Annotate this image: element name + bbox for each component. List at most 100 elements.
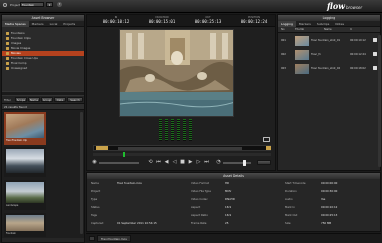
detail-label: Start Timecode — [285, 181, 306, 185]
col-in[interactable]: In — [350, 28, 352, 31]
detail-value: 16:9 — [225, 213, 232, 217]
tree-item-label: Movies — [11, 51, 21, 55]
tc-position-value: 00:00:12:24 — [240, 19, 268, 24]
detail-row: Captured 01 September 2011 10:54:15 — [91, 221, 187, 229]
col-name[interactable]: Name — [324, 28, 332, 31]
results-scrollbar[interactable] — [80, 112, 83, 234]
scrub-bar[interactable] — [93, 152, 271, 157]
bottom-tab-icon[interactable] — [89, 236, 95, 241]
folder-icon — [6, 37, 9, 40]
logging-scrollbar[interactable] — [378, 35, 381, 167]
step-forward-icon[interactable]: ▷ — [195, 159, 202, 165]
audio-meter — [183, 119, 186, 141]
out-marker[interactable] — [266, 146, 271, 150]
col-no[interactable]: No — [281, 28, 285, 31]
tab-projects[interactable]: Projects — [60, 21, 78, 27]
prev-icon[interactable]: ⏮ — [155, 159, 162, 165]
scope-button[interactable]: Scope — [15, 97, 27, 102]
detail-row: Project — [91, 189, 187, 197]
table-row[interactable]: 003 Trevi fountain_shot_02 00:00:18:02 — [278, 63, 380, 76]
tc-out: OUT 00:00:25:13 — [193, 16, 223, 24]
loop-icon[interactable]: ⟲ — [147, 159, 154, 165]
folder-icon — [6, 52, 9, 55]
row-no: 003 — [281, 67, 286, 70]
filter-label: Filter — [4, 98, 11, 102]
play-icon[interactable]: ▶ — [187, 159, 194, 165]
detail-row: Status — [91, 205, 187, 213]
timeline-track[interactable] — [93, 145, 271, 151]
volume-knob[interactable] — [243, 160, 246, 166]
details-col-1: Name Trevi fountain.mov Project Type Stat… — [91, 181, 187, 229]
stop-icon[interactable]: ■ — [179, 159, 186, 165]
name-button[interactable]: Name — [28, 97, 40, 102]
tree-item-label: Final Comp — [11, 61, 27, 65]
eye-icon[interactable]: ◉ — [91, 159, 98, 165]
filter-bar: Filter Scope Name Group Date Search — [2, 96, 84, 103]
audio-meter — [189, 119, 192, 141]
row-in: 00:00:10:12 — [350, 39, 366, 42]
detail-label: Size — [285, 221, 291, 225]
audio-meter — [171, 119, 174, 141]
result-thumbnail-selected[interactable]: Trevi Fountain clip — [4, 112, 46, 145]
fountain-thumbnail-2 — [6, 215, 44, 231]
audio-meter — [177, 119, 180, 141]
brand-name: flow — [327, 1, 346, 11]
detail-label: Duration — [285, 189, 297, 193]
monitor-icon[interactable] — [263, 137, 270, 142]
top-bar: Project Fountain ▾ ? flow browser — [0, 0, 382, 13]
next-icon[interactable]: ⏭ — [203, 159, 210, 165]
tree-item-label: Movie Images — [11, 46, 31, 50]
detail-value: 00:00:25:13 — [321, 213, 338, 217]
date-button[interactable]: Date — [54, 97, 66, 102]
details-col-3: Start Timecode 00:00:00:00 Duration 00:00:… — [285, 181, 377, 229]
step-back-icon[interactable]: ◁ — [171, 159, 178, 165]
tc-duration: DURATION 00:00:15:01 — [147, 16, 177, 24]
result-thumbnail[interactable] — [4, 147, 46, 177]
video-frame[interactable] — [119, 29, 234, 117]
tree-item-label: Fountains — [11, 31, 25, 35]
tree-item-unassigned[interactable]: Unassigned — [2, 66, 84, 71]
tab-local[interactable]: Local — [47, 21, 61, 27]
result-thumbnail[interactable]: Fountain — [4, 213, 46, 237]
group-button[interactable]: Group — [41, 97, 53, 102]
dropdown-chevron-icon[interactable]: ▾ — [46, 2, 53, 7]
detail-row: Video File Type MOV — [191, 189, 279, 197]
detail-label: Captured — [91, 221, 104, 225]
tc-in-value: 00:00:10:12 — [102, 19, 130, 24]
detail-row: Start Timecode 00:00:00:00 — [285, 181, 377, 189]
detail-value: Trevi fountain.mov — [117, 181, 142, 185]
results-list: Trevi Fountain clip Landscape Fountain — [2, 110, 84, 238]
search-button[interactable]: Search — [67, 97, 83, 102]
detail-value: DNxHD — [225, 197, 235, 201]
tree-item-label: Unassigned — [11, 66, 28, 70]
result-thumbnail[interactable]: Landscape — [4, 180, 46, 210]
detail-row: Type — [91, 197, 187, 205]
detail-label: Status — [91, 205, 100, 209]
volume-icon[interactable]: ◔ — [215, 159, 222, 165]
jog-slider[interactable] — [99, 162, 139, 164]
tab-markers[interactable]: Markers — [29, 21, 47, 27]
detail-value: 00:00:00:00 — [321, 181, 338, 185]
detail-row: Mark Out 00:00:25:13 — [285, 213, 377, 221]
tab-media-spaces[interactable]: Media Spaces — [2, 21, 29, 27]
project-select[interactable]: Fountain — [20, 2, 44, 7]
bottom-tab-active[interactable]: Trevi fountain.mov — [97, 235, 132, 242]
row-name: Trevi fountain_shot_01 — [311, 39, 341, 42]
detail-label: Project — [91, 189, 101, 193]
gear-icon[interactable] — [3, 3, 7, 7]
rewind-icon[interactable]: ◀ — [163, 159, 170, 165]
volume-slider[interactable] — [223, 162, 251, 164]
table-row[interactable]: 002 Trevi_fx 00:00:12:24 — [278, 49, 380, 62]
playhead-handle[interactable] — [123, 152, 125, 157]
project-label: Project — [10, 3, 21, 7]
settings-button[interactable] — [257, 160, 271, 165]
detail-value: HD — [225, 181, 230, 185]
playback-controls: ◉ ⟲ ⏮ ◀ ◁ ■ ▶ ▷ ⏭ ◔ — [91, 158, 273, 168]
results-bar: 21 results found — [2, 103, 84, 110]
help-icon[interactable]: ? — [57, 2, 62, 7]
detail-label: Video Codec — [191, 197, 208, 201]
table-row[interactable]: 001 Trevi fountain_shot_01 00:00:10:12 — [278, 35, 380, 48]
detail-label: Name — [91, 181, 99, 185]
in-marker[interactable] — [96, 146, 108, 150]
col-thumb[interactable]: Thumb — [295, 28, 304, 31]
